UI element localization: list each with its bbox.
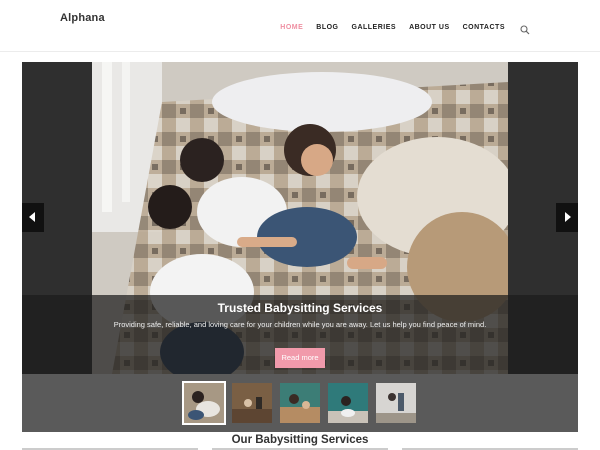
site-logo[interactable]: Alphana xyxy=(60,12,105,24)
hero-slider: Trusted Babysitting Services Providing s… xyxy=(22,62,578,432)
read-more-button[interactable]: Read more xyxy=(275,348,325,368)
thumbnail-3[interactable] xyxy=(280,383,320,423)
search-icon[interactable] xyxy=(520,22,530,35)
nav-galleries[interactable]: GALLERIES xyxy=(352,24,397,31)
slide: Trusted Babysitting Services Providing s… xyxy=(22,62,578,374)
nav-home[interactable]: HOME xyxy=(280,24,303,31)
thumbnail-5[interactable] xyxy=(376,383,416,423)
main-nav: HOME BLOG GALLERIES ABOUT US CONTACTS xyxy=(280,22,530,35)
thumbnail-2[interactable] xyxy=(232,383,272,423)
chevron-right-icon xyxy=(563,209,571,227)
nav-about-us[interactable]: ABOUT US xyxy=(409,24,450,31)
nav-blog[interactable]: BLOG xyxy=(316,24,338,31)
next-slide-button[interactable] xyxy=(556,203,578,232)
thumbnail-strip xyxy=(22,374,578,432)
nav-contacts[interactable]: CONTACTS xyxy=(463,24,505,31)
thumbnail-1[interactable] xyxy=(182,381,226,425)
thumbnail-4[interactable] xyxy=(328,383,368,423)
slide-title: Trusted Babysitting Services xyxy=(217,301,383,315)
slide-description: Providing safe, reliable, and loving car… xyxy=(113,320,487,329)
site-header: Alphana HOME BLOG GALLERIES ABOUT US CON… xyxy=(0,0,600,52)
prev-slide-button[interactable] xyxy=(22,203,44,232)
services-section-title: Our Babysitting Services xyxy=(231,434,369,446)
chevron-left-icon xyxy=(29,209,37,227)
